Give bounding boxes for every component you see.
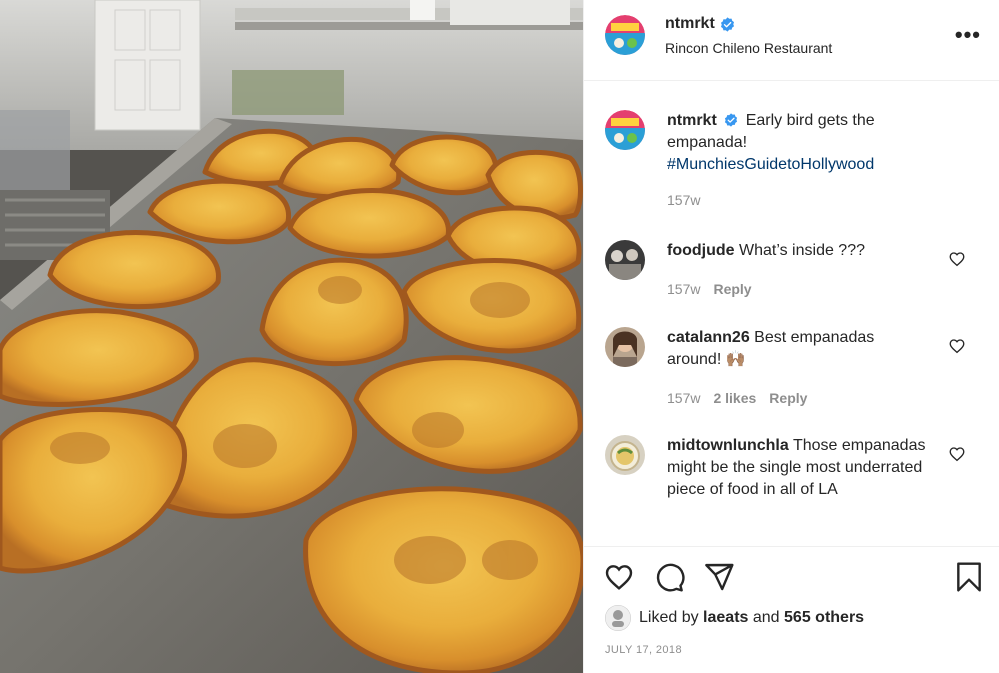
comment-icon[interactable] [653, 561, 685, 593]
avatar-image [605, 327, 645, 367]
comment-avatar[interactable] [605, 240, 645, 280]
post-date[interactable]: JULY 17, 2018 [605, 644, 682, 656]
likes-prefix: Liked by [639, 609, 699, 626]
post-location[interactable]: Rincon Chileno Restaurant [665, 40, 832, 56]
raised-hands-emoji: 🙌🏽 [725, 351, 746, 368]
reply-button[interactable]: Reply [769, 390, 807, 406]
caption-age[interactable]: 157w [667, 192, 700, 208]
avatar-image [605, 15, 645, 55]
post-actions: Liked by laeats and 565 others JULY 17, … [584, 546, 999, 673]
avatar-image [605, 240, 645, 280]
comment-age[interactable]: 157w [667, 281, 700, 297]
author-avatar[interactable] [605, 15, 645, 55]
comment-text-block: catalann26 Best empanadas around! 🙌🏽 [667, 327, 932, 371]
comment-meta: 157w 2 likes Reply [667, 390, 807, 406]
heart-icon[interactable] [948, 445, 966, 463]
comment-username[interactable]: foodjude [667, 242, 735, 259]
caption-text-block: ntmrkt Early bird gets the empanada! #Mu… [667, 110, 932, 176]
caption-meta: 157w [667, 192, 700, 208]
verified-badge-icon [720, 16, 734, 32]
caption-avatar[interactable] [605, 110, 645, 150]
comment-text-block: midtownlunchla Those empanadas might be … [667, 435, 932, 501]
author-username-row: ntmrkt [665, 15, 735, 33]
post-photo[interactable] [0, 0, 583, 673]
author-username[interactable]: ntmrkt [665, 15, 715, 33]
heart-icon[interactable] [948, 337, 966, 355]
comment-meta: 157w Reply [667, 281, 752, 297]
heart-icon[interactable] [948, 250, 966, 268]
liker-avatar[interactable] [605, 605, 631, 631]
liker-username[interactable]: laeats [703, 609, 748, 627]
bookmark-icon[interactable] [953, 561, 985, 593]
post-header: ntmrkt Rincon Chileno Restaurant ••• [584, 0, 999, 81]
likes-and: and [752, 609, 780, 626]
comment-avatar[interactable] [605, 435, 645, 475]
post-sidebar: ntmrkt Rincon Chileno Restaurant ••• ntm… [583, 0, 999, 673]
comment-text: What’s inside ??? [739, 242, 865, 259]
avatar-image [605, 435, 645, 475]
like-heart-icon[interactable] [603, 561, 635, 593]
empanadas-photo [0, 0, 583, 673]
verified-badge-icon [725, 113, 738, 127]
likes-others-link[interactable]: 565 others [784, 609, 864, 627]
more-options-icon[interactable]: ••• [955, 24, 981, 46]
reply-button[interactable]: Reply [713, 281, 751, 297]
comment-username[interactable]: midtownlunchla [667, 437, 789, 454]
likes-summary: Liked by laeats and 565 others [605, 605, 864, 631]
comments-list[interactable]: ntmrkt Early bird gets the empanada! #Mu… [584, 81, 999, 546]
avatar-image [605, 110, 645, 150]
comment-username[interactable]: catalann26 [667, 329, 750, 346]
comment-avatar[interactable] [605, 327, 645, 367]
comment-text-block: foodjude What’s inside ??? [667, 240, 932, 262]
caption-hashtag[interactable]: #MunchiesGuidetoHollywood [667, 156, 874, 173]
avatar-image [605, 605, 631, 631]
comment-age[interactable]: 157w [667, 390, 700, 406]
comment-like-count[interactable]: 2 likes [713, 390, 756, 406]
share-icon[interactable] [703, 561, 735, 593]
caption-username[interactable]: ntmrkt [667, 112, 717, 129]
